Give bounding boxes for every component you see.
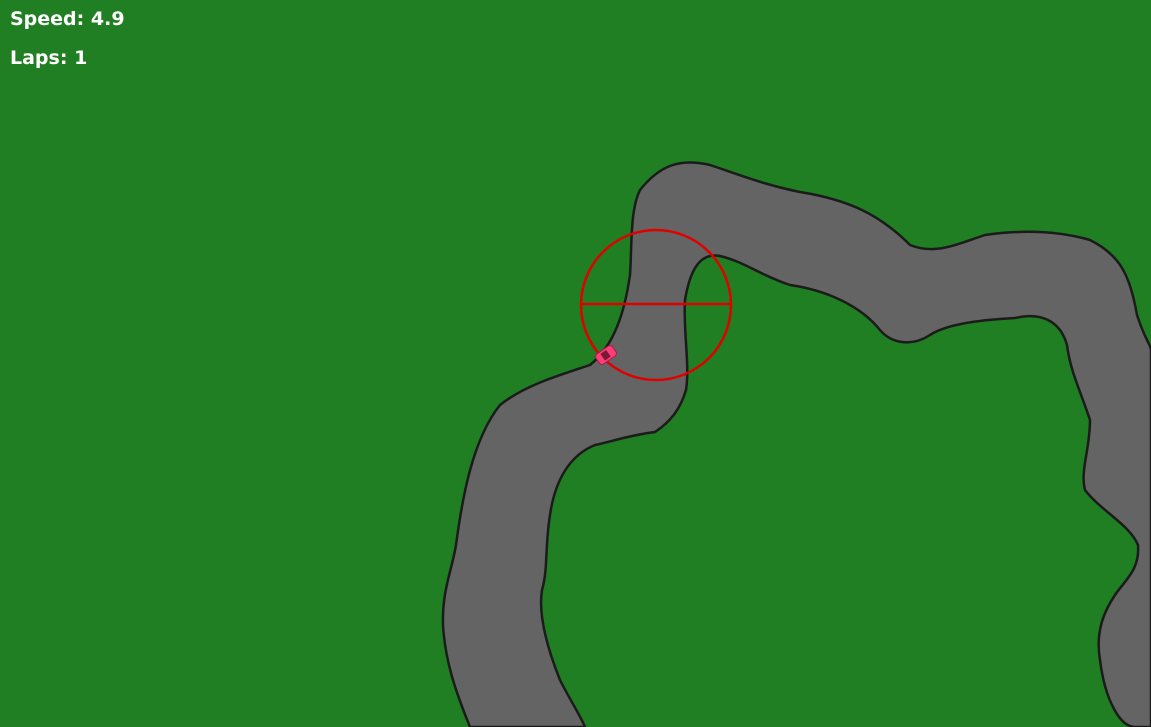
laps-value: 1 <box>74 47 88 69</box>
grass-background <box>0 0 1151 727</box>
speed-label: Speed: <box>10 8 85 30</box>
laps-readout: Laps: 1 <box>10 47 87 69</box>
speed-value: 4.9 <box>90 8 125 30</box>
laps-label: Laps: <box>10 47 68 69</box>
speed-readout: Speed: 4.9 <box>10 8 125 30</box>
race-scene <box>0 0 1151 727</box>
game-canvas[interactable]: Speed: 4.9 Laps: 1 <box>0 0 1151 727</box>
